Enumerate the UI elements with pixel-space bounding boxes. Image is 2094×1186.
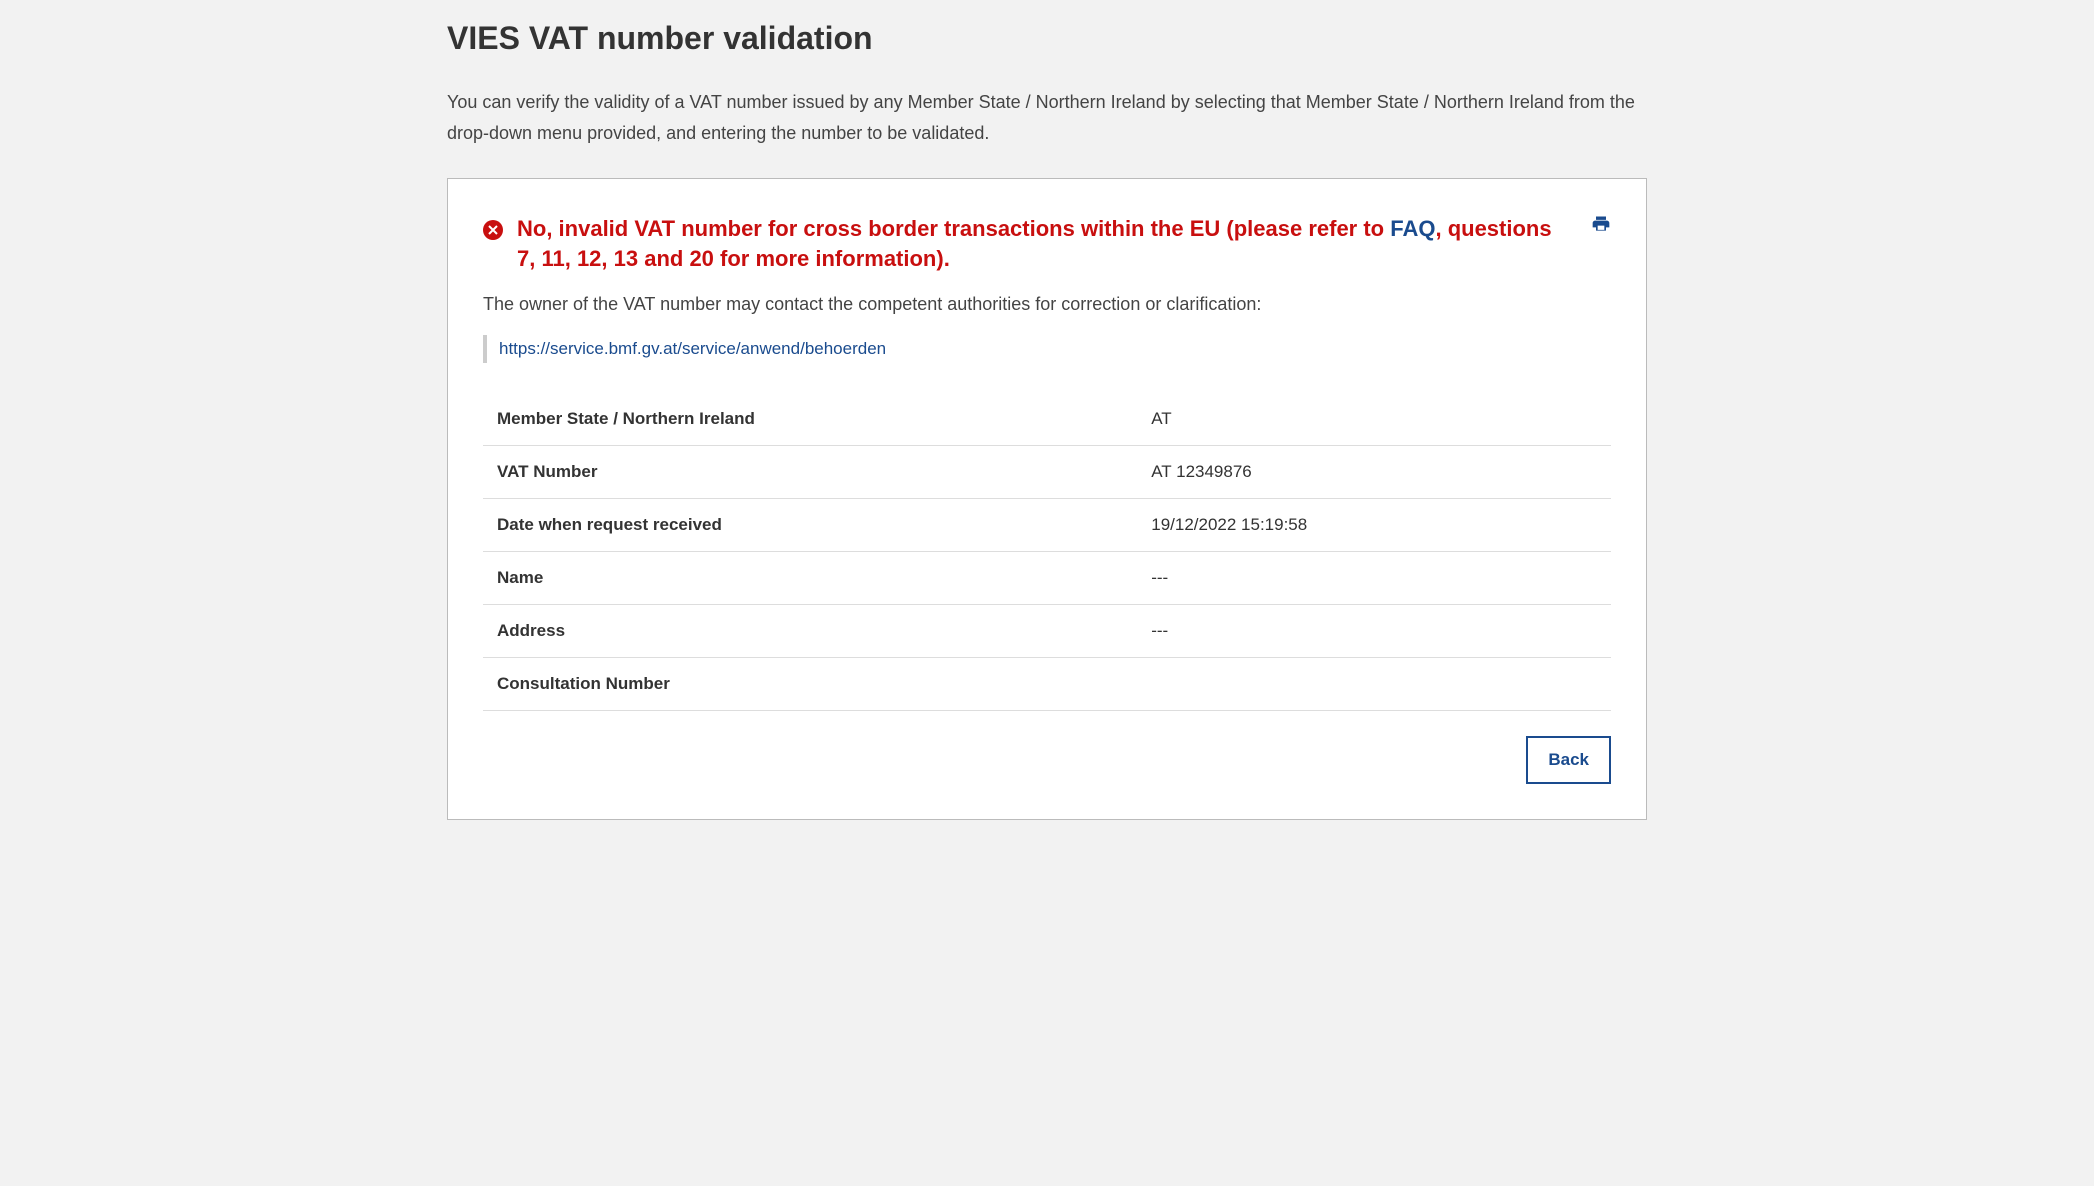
row-label: Date when request received [483,498,1137,551]
alert-message: No, invalid VAT number for cross border … [517,214,1561,273]
table-row: Date when request received19/12/2022 15:… [483,498,1611,551]
back-button[interactable]: Back [1526,736,1611,784]
row-label: Name [483,551,1137,604]
row-value: AT [1137,393,1611,446]
table-row: VAT NumberAT 12349876 [483,445,1611,498]
row-value: --- [1137,604,1611,657]
result-panel: No, invalid VAT number for cross border … [447,178,1647,819]
table-row: Member State / Northern IrelandAT [483,393,1611,446]
row-label: Address [483,604,1137,657]
error-icon [483,220,503,240]
sub-message: The owner of the VAT number may contact … [483,294,1611,315]
result-table: Member State / Northern IrelandATVAT Num… [483,393,1611,711]
row-label: Member State / Northern Ireland [483,393,1137,446]
table-row: Address--- [483,604,1611,657]
row-value: --- [1137,551,1611,604]
row-label: VAT Number [483,445,1137,498]
faq-link[interactable]: FAQ [1390,216,1435,241]
row-label: Consultation Number [483,657,1137,710]
authority-link-block: https://service.bmf.gv.at/service/anwend… [483,335,1611,363]
page-title: VIES VAT number validation [447,20,1647,57]
row-value: AT 12349876 [1137,445,1611,498]
print-icon[interactable] [1591,214,1611,239]
alert-invalid: No, invalid VAT number for cross border … [483,214,1611,273]
alert-prefix: No, invalid VAT number for cross border … [517,216,1390,241]
authority-link[interactable]: https://service.bmf.gv.at/service/anwend… [499,339,886,358]
row-value [1137,657,1611,710]
row-value: 19/12/2022 15:19:58 [1137,498,1611,551]
table-row: Name--- [483,551,1611,604]
table-row: Consultation Number [483,657,1611,710]
intro-text: You can verify the validity of a VAT num… [447,87,1647,148]
